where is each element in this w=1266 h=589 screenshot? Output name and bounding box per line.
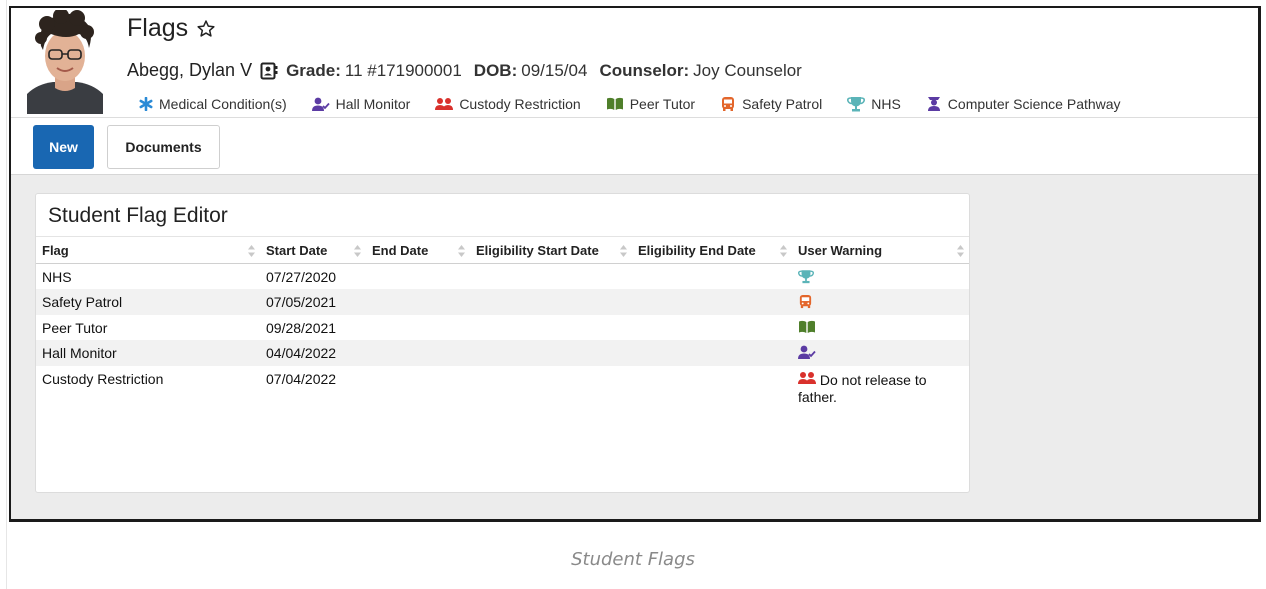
cell-flag: NHS — [42, 269, 72, 285]
book-open-icon — [799, 320, 815, 333]
column-header-eligibility-start[interactable]: Eligibility Start Date — [470, 236, 632, 264]
sort-icon — [354, 245, 361, 257]
cell-eligibility-end — [632, 264, 792, 290]
table-row[interactable]: Safety Patrol 07/05/2021 — [36, 289, 969, 315]
graduation-icon — [927, 97, 940, 111]
users-icon — [798, 371, 816, 384]
sort-icon — [620, 245, 627, 257]
cell-end-date — [366, 315, 470, 341]
users-icon — [435, 98, 454, 110]
cell-user-warning — [792, 289, 969, 315]
counselor-value: Joy Counselor — [693, 60, 802, 80]
flag-label: Medical Condition(s) — [159, 96, 287, 112]
flag-peer-tutor[interactable]: Peer Tutor — [606, 96, 695, 112]
column-header-user-warning[interactable]: User Warning — [792, 236, 969, 264]
cell-user-warning — [792, 315, 969, 341]
trophy-icon — [798, 270, 814, 284]
sort-icon — [780, 245, 787, 257]
action-toolbar: New Documents — [11, 118, 1258, 175]
contact-card-icon[interactable] — [260, 62, 278, 80]
sort-icon — [957, 245, 964, 257]
sort-icon — [458, 245, 465, 257]
column-header-end-date[interactable]: End Date — [366, 236, 470, 264]
table-row[interactable]: Hall Monitor 04/04/2022 — [36, 340, 969, 366]
cell-end-date — [366, 366, 470, 406]
page-edge-line — [6, 0, 7, 589]
flag-table: Flag Start Date End Date Eligibility Sta… — [36, 236, 969, 406]
avatar — [27, 10, 103, 114]
page-title: Flags — [127, 14, 189, 42]
cell-user-warning — [792, 264, 969, 290]
flag-custody[interactable]: Custody Restriction — [435, 96, 581, 112]
counselor-label: Counselor: — [599, 60, 690, 80]
warning-text: Do not release to father. — [798, 371, 927, 405]
flag-cs-pathway[interactable]: Computer Science Pathway — [926, 96, 1121, 112]
student-name: Abegg, Dylan V — [127, 60, 253, 80]
student-info: Abegg, Dylan V Grade: 11 #171900001 DOB:… — [127, 60, 814, 81]
cell-eligibility-start — [470, 366, 632, 406]
title-row: Flags — [127, 14, 216, 43]
cell-end-date — [366, 340, 470, 366]
cell-eligibility-start — [470, 340, 632, 366]
cell-eligibility-end — [632, 366, 792, 406]
flag-summary: Medical Condition(s) Hall Monitor Custod… — [139, 96, 1121, 112]
sort-icon — [248, 245, 255, 257]
flag-label: Custody Restriction — [459, 96, 581, 112]
asterisk-icon — [139, 97, 153, 111]
flag-label: Safety Patrol — [742, 96, 823, 112]
editor-title: Student Flag Editor — [48, 204, 228, 227]
cell-eligibility-start — [470, 315, 632, 341]
new-button[interactable]: New — [33, 125, 94, 169]
cell-eligibility-end — [632, 289, 792, 315]
cell-flag: Peer Tutor — [42, 319, 108, 336]
flag-label: Hall Monitor — [335, 96, 411, 112]
flag-label: Peer Tutor — [629, 96, 696, 112]
grade-value: 11 #171900001 — [344, 60, 462, 80]
cell-eligibility-start — [470, 289, 632, 315]
user-check-icon — [798, 345, 816, 359]
figure-caption: Student Flags — [571, 549, 695, 570]
dob-value: 09/15/04 — [521, 60, 588, 80]
flag-safety-patrol[interactable]: Safety Patrol — [720, 96, 822, 112]
cell-start-date: 09/28/2021 — [266, 319, 337, 336]
cell-end-date — [366, 264, 470, 290]
column-header-start-date[interactable]: Start Date — [260, 236, 366, 264]
flag-nhs[interactable]: NHS — [847, 96, 901, 112]
documents-button[interactable]: Documents — [107, 125, 220, 169]
user-check-icon — [311, 97, 330, 111]
cell-start-date: 07/04/2022 — [266, 370, 337, 387]
trophy-icon — [847, 97, 866, 112]
book-open-icon — [606, 97, 623, 110]
column-header-flag[interactable]: Flag — [36, 236, 260, 264]
cell-end-date — [366, 289, 470, 315]
dob-label: DOB: — [473, 60, 518, 80]
grade-label: Grade: — [286, 60, 341, 80]
cell-flag: Safety Patrol — [36, 289, 260, 315]
flag-hall-monitor[interactable]: Hall Monitor — [311, 96, 411, 112]
bus-icon — [722, 97, 735, 111]
cell-eligibility-start — [470, 264, 632, 290]
app-window: Flags Abegg, Dylan V Grade: 11 #17190000… — [9, 6, 1261, 522]
cell-start-date: 04/04/2022 — [260, 340, 366, 366]
cell-eligibility-end — [632, 340, 792, 366]
column-header-eligibility-end[interactable]: Eligibility End Date — [632, 236, 792, 264]
star-icon[interactable] — [196, 19, 216, 39]
table-row[interactable]: NHS 07/27/2020 — [36, 264, 969, 290]
cell-user-warning: Do not release to father. — [792, 366, 969, 406]
flag-label: Computer Science Pathway — [947, 96, 1121, 112]
student-header: Flags Abegg, Dylan V Grade: 11 #17190000… — [11, 8, 1258, 118]
student-flag-editor: Student Flag Editor Flag Start Date End … — [35, 193, 970, 493]
flag-medical[interactable]: Medical Condition(s) — [139, 96, 287, 112]
table-header-row: Flag Start Date End Date Eligibility Sta… — [36, 236, 969, 264]
cell-start-date: 07/27/2020 — [266, 269, 337, 285]
cell-eligibility-end — [632, 315, 792, 341]
flag-label: NHS — [871, 96, 901, 112]
cell-flag: Hall Monitor — [36, 340, 260, 366]
cell-user-warning — [792, 340, 969, 366]
table-row[interactable]: Peer Tutor 09/28/2021 — [36, 315, 969, 341]
cell-start-date: 07/05/2021 — [260, 289, 366, 315]
cell-flag: Custody Restriction — [42, 370, 164, 387]
bus-icon — [799, 294, 812, 309]
table-row[interactable]: Custody Restriction 07/04/2022 Do not re… — [36, 366, 969, 406]
